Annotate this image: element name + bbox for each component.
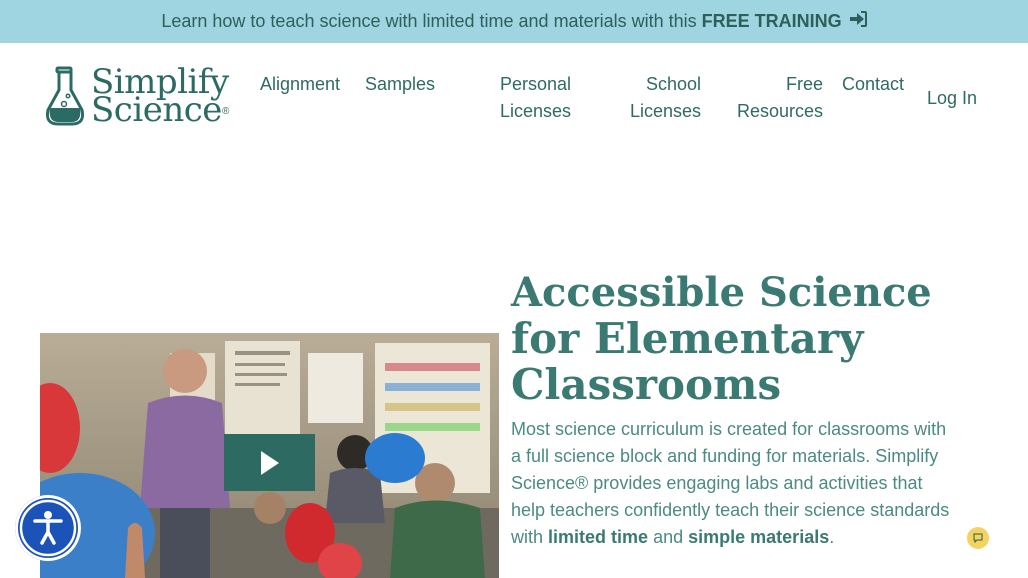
play-icon <box>260 450 279 475</box>
accessibility-icon <box>19 499 77 557</box>
flask-icon <box>46 66 84 126</box>
hero-emphasis-simple-materials: simple materials <box>688 527 830 547</box>
nav-free-line1: Free <box>785 74 823 94</box>
nav-free-line2: Resources <box>736 101 823 121</box>
hero-heading: Accessible Science for Elementary Classr… <box>511 270 991 408</box>
free-training-link[interactable]: FREE TRAINING <box>702 11 842 32</box>
chat-widget-button[interactable] <box>967 527 989 549</box>
nav-contact[interactable]: Contact <box>842 71 904 98</box>
hero-description-and: and <box>653 527 684 547</box>
nav-login[interactable]: Log In <box>927 85 977 112</box>
nav-samples[interactable]: Samples <box>365 71 435 98</box>
nav-school-line2: Licenses <box>629 101 701 121</box>
nav-personal-line2: Licenses <box>499 101 572 121</box>
banner-text: Learn how to teach science with limited … <box>161 11 697 31</box>
hero-heading-line3: Classrooms <box>511 360 782 409</box>
hero-emphasis-limited-time: limited time <box>548 527 649 547</box>
sign-in-arrow-icon <box>849 11 867 32</box>
nav-school-licenses[interactable]: School Licenses <box>625 71 701 125</box>
nav-personal-licenses[interactable]: Personal Licenses <box>495 71 576 125</box>
accessibility-button[interactable] <box>15 495 81 561</box>
hero-description-end: . <box>829 527 835 547</box>
nav-school-line1: School <box>645 74 701 94</box>
logo-text-science: Science <box>91 90 222 130</box>
nav-free-resources[interactable]: Free Resources <box>733 71 823 125</box>
logo-registered-mark: ® <box>222 106 230 117</box>
promo-banner[interactable]: Learn how to teach science with limited … <box>0 0 1028 43</box>
chat-icon <box>973 533 983 543</box>
nav-personal-line1: Personal <box>499 74 572 94</box>
nav-alignment[interactable]: Alignment <box>260 71 340 98</box>
hero-heading-line2: for Elementary <box>511 314 864 363</box>
hero-heading-bold: Accessible Science <box>511 269 932 316</box>
hero-description: Most science curriculum is created for c… <box>511 416 951 551</box>
video-play-button[interactable] <box>224 434 315 491</box>
site-logo[interactable]: Simplify Science ® <box>44 65 234 130</box>
